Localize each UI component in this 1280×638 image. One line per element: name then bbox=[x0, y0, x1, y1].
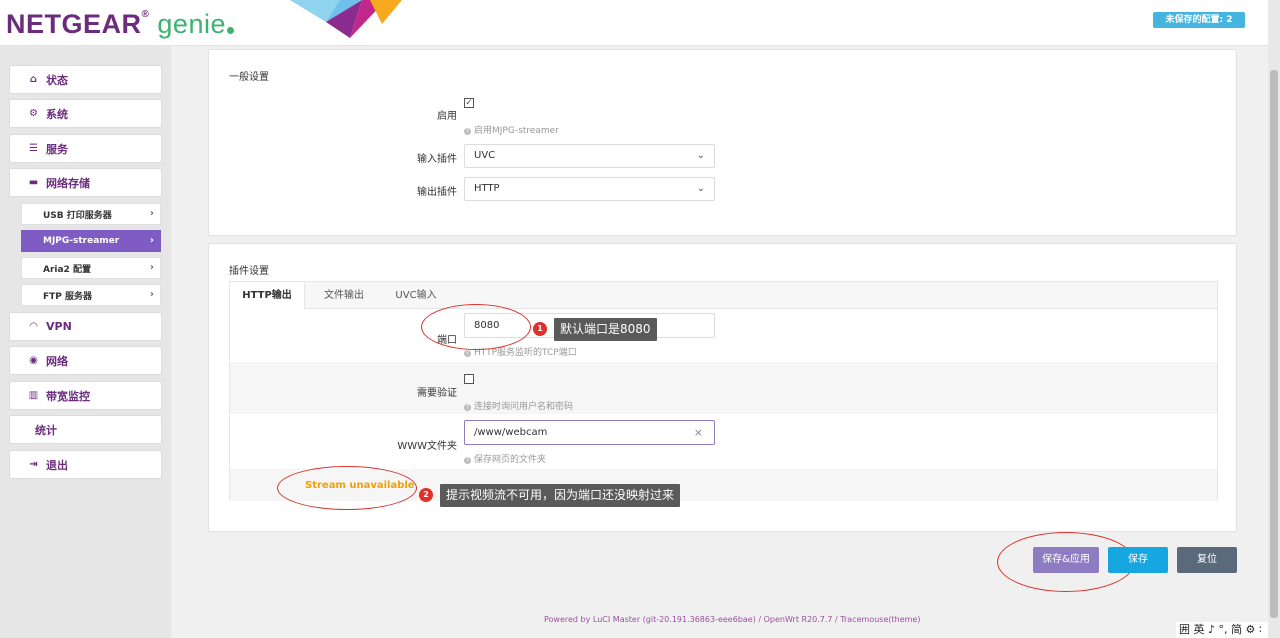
chevron-down-icon: ⌄ bbox=[696, 150, 705, 161]
sidebar-item-label: 服务 bbox=[46, 142, 68, 156]
annotation-circle-port bbox=[421, 304, 531, 350]
sidebar-subitem-label: USB 打印服务器 bbox=[43, 210, 112, 221]
tab-uvc-input[interactable]: UVC输入 bbox=[386, 282, 446, 309]
logo-brand: NETGEAR bbox=[6, 9, 142, 39]
input-plugin-label: 输入插件 bbox=[417, 154, 457, 165]
sidebar-item-label: 系统 bbox=[46, 107, 68, 121]
sidebar-item-label: VPN bbox=[46, 320, 72, 333]
logout-icon: ⇥ bbox=[29, 459, 38, 470]
sidebar-subitem-label: FTP 服务器 bbox=[43, 291, 93, 302]
output-plugin-label: 输出插件 bbox=[417, 187, 457, 198]
list-icon: ☰ bbox=[29, 143, 38, 154]
annotation-badge-1: 1 bbox=[533, 322, 547, 336]
sidebar-item-label: 退出 bbox=[46, 458, 68, 472]
logo-product: genie bbox=[157, 9, 226, 39]
unsaved-changes-badge[interactable]: 未保存的配置: 2 bbox=[1153, 12, 1245, 28]
www-folder-hint: ? 保存网页的文件夹 bbox=[464, 452, 546, 465]
sidebar-item-network[interactable]: ◉ 网络 bbox=[9, 346, 162, 375]
gears-icon: ⚙ bbox=[29, 108, 38, 119]
sidebar-item-label: 带宽监控 bbox=[46, 389, 90, 403]
sidebar-item-vpn[interactable]: ◠ VPN bbox=[9, 312, 162, 341]
sidebar-item-label: 网络 bbox=[46, 354, 68, 368]
auth-hint-text: 连接时询问用户名和密码 bbox=[474, 402, 574, 412]
help-icon: ? bbox=[464, 404, 471, 411]
registered-mark: ® bbox=[141, 9, 150, 20]
annotation-circle-stream bbox=[277, 466, 417, 510]
gauge-icon: ◠ bbox=[29, 321, 38, 332]
enable-hint-text: 启用MJPG-streamer bbox=[474, 126, 559, 136]
sidebar-subitem-mjpg-streamer[interactable]: MJPG-streamer › bbox=[21, 230, 161, 252]
sidebar-subitem-label: Aria2 配置 bbox=[43, 264, 91, 275]
sidebar-subitem-aria2[interactable]: Aria2 配置 › bbox=[21, 257, 161, 279]
sidebar: ⌂ 状态 ⚙ 系统 ☰ 服务 ▬ 网络存储 USB 打印服务器 › MJPG-stream… bbox=[0, 46, 171, 638]
netgear-genie-logo[interactable]: NETGEAR® genie bbox=[6, 9, 234, 40]
general-settings-title: 一般设置 bbox=[229, 72, 269, 83]
auth-checkbox[interactable] bbox=[464, 374, 474, 384]
tab-file-output[interactable]: 文件输出 bbox=[314, 282, 374, 309]
www-folder-hint-text: 保存网页的文件夹 bbox=[474, 455, 547, 465]
chevron-down-icon: ⌄ bbox=[696, 183, 705, 194]
footer-powered-by[interactable]: Powered by LuCI Master (git-20.191.36863… bbox=[544, 615, 920, 624]
bar-chart-icon: ▥ bbox=[28, 390, 39, 401]
plugin-settings-title: 插件设置 bbox=[229, 266, 269, 277]
sidebar-item-label: 统计 bbox=[35, 423, 57, 437]
save-apply-button[interactable]: 保存&应用 bbox=[1033, 547, 1099, 573]
auth-label: 需要验证 bbox=[417, 388, 457, 399]
enable-label: 启用 bbox=[437, 111, 457, 122]
header: NETGEAR® genie 未保存的配置: 2 bbox=[0, 0, 1268, 46]
page-scrollbar[interactable] bbox=[1268, 0, 1280, 638]
enable-checkbox[interactable]: ✓ bbox=[464, 98, 474, 108]
save-button[interactable]: 保存 bbox=[1108, 547, 1168, 573]
logo-triangles-icon bbox=[290, 0, 402, 38]
home-icon: ⌂ bbox=[29, 74, 38, 85]
help-icon: ? bbox=[464, 128, 471, 135]
plugin-tabs: HTTP输出 文件输出 UVC输入 bbox=[229, 281, 1218, 309]
drive-icon: ▬ bbox=[28, 177, 39, 188]
auth-hint: ? 连接时询问用户名和密码 bbox=[464, 399, 573, 412]
sidebar-subitem-label: MJPG-streamer bbox=[43, 236, 120, 246]
sidebar-item-logout[interactable]: ⇥ 退出 bbox=[9, 450, 162, 479]
chevron-right-icon: › bbox=[149, 262, 154, 273]
general-settings-panel: 一般设置 启用 ✓ ? 启用MJPG-streamer 输入插件 UVC ⌄ 输出插… bbox=[208, 49, 1237, 236]
chevron-right-icon: › bbox=[149, 208, 154, 219]
help-icon: ? bbox=[464, 350, 471, 357]
ime-toolbar[interactable]: 囲 英 ♪ °, 简 ⚙ ∶ bbox=[1176, 622, 1268, 638]
sidebar-item-label: 状态 bbox=[46, 73, 68, 87]
sidebar-item-label: 网络存储 bbox=[46, 176, 90, 190]
www-folder-input[interactable]: /www/webcam × bbox=[464, 420, 715, 445]
output-plugin-select[interactable]: HTTP ⌄ bbox=[464, 177, 715, 201]
tab-http-output[interactable]: HTTP输出 bbox=[230, 282, 305, 309]
input-plugin-select[interactable]: UVC ⌄ bbox=[464, 144, 715, 168]
www-folder-label: WWW文件夹 bbox=[397, 441, 457, 452]
help-icon: ? bbox=[464, 457, 471, 464]
sidebar-item-statistics[interactable]: 统计 bbox=[9, 415, 162, 444]
www-folder-value: /www/webcam bbox=[474, 427, 548, 438]
globe-icon: ◉ bbox=[29, 355, 38, 366]
output-plugin-value: HTTP bbox=[474, 183, 500, 194]
annotation-note-2: 提示视频流不可用，因为端口还没映射过来 bbox=[440, 484, 681, 507]
sidebar-item-bandwidth[interactable]: ▥ 带宽监控 bbox=[9, 381, 162, 410]
sidebar-item-services[interactable]: ☰ 服务 bbox=[9, 134, 162, 163]
input-plugin-value: UVC bbox=[474, 150, 496, 161]
scrollbar-thumb[interactable] bbox=[1270, 70, 1278, 618]
logo-dot bbox=[226, 27, 234, 34]
enable-hint: ? 启用MJPG-streamer bbox=[464, 123, 559, 136]
port-hint-text: HTTP服务监听的TCP端口 bbox=[474, 348, 577, 358]
sidebar-subitem-usb-print[interactable]: USB 打印服务器 › bbox=[21, 203, 161, 225]
sidebar-item-nas[interactable]: ▬ 网络存储 bbox=[9, 168, 162, 197]
annotation-badge-2: 2 bbox=[419, 488, 433, 502]
sidebar-subitem-ftp[interactable]: FTP 服务器 › bbox=[21, 284, 161, 306]
reset-button[interactable]: 复位 bbox=[1177, 547, 1237, 573]
chevron-right-icon: › bbox=[149, 289, 154, 300]
annotation-note-1: 默认端口是8080 bbox=[554, 318, 657, 341]
sidebar-item-status[interactable]: ⌂ 状态 bbox=[9, 65, 162, 94]
sidebar-item-system[interactable]: ⚙ 系统 bbox=[9, 99, 162, 128]
chevron-right-icon: › bbox=[149, 235, 154, 246]
clear-icon[interactable]: × bbox=[694, 421, 703, 444]
